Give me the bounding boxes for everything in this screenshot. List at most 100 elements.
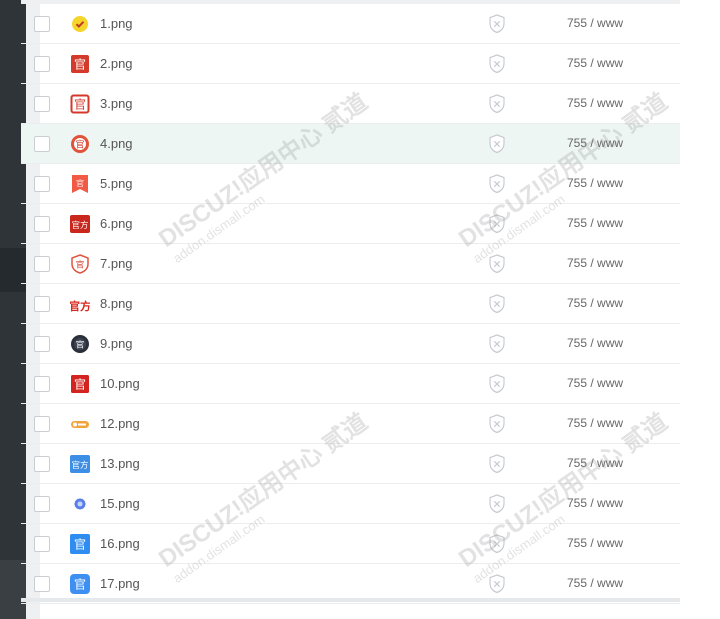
shield-x-icon: [488, 174, 506, 194]
file-permission: 755 / www: [567, 496, 624, 510]
shield-x-icon: [488, 94, 506, 114]
svg-text:官: 官: [75, 139, 84, 151]
file-table: 1.png 755 / www 官 2.png 755 / www 官 3.png 755 /…: [21, 0, 680, 604]
file-row[interactable]: 官 2.png 755 / www: [21, 44, 680, 84]
row-checkbox[interactable]: [34, 216, 50, 232]
dark-guan-round-badge-icon: 官: [70, 334, 90, 354]
row-checkbox[interactable]: [34, 416, 50, 432]
row-checkbox[interactable]: [34, 176, 50, 192]
svg-text:官: 官: [74, 537, 86, 552]
file-permission: 755 / www: [567, 376, 624, 390]
svg-text:官方: 官方: [71, 460, 88, 471]
svg-text:官方: 官方: [70, 299, 90, 313]
svg-text:官: 官: [74, 577, 86, 592]
row-checkbox[interactable]: [34, 56, 50, 72]
file-name[interactable]: 10.png: [100, 376, 140, 391]
file-row[interactable]: 官方 6.png 755 / www: [21, 204, 680, 244]
blue-guan-rounded-icon: 官: [70, 574, 90, 594]
file-name[interactable]: 7.png: [100, 256, 133, 271]
file-permission: 755 / www: [567, 96, 624, 110]
file-permission: 755 / www: [567, 256, 624, 270]
svg-text:官: 官: [76, 340, 85, 351]
file-permission: 755 / www: [567, 176, 624, 190]
row-checkbox[interactable]: [34, 496, 50, 512]
svg-text:官: 官: [74, 97, 86, 112]
table-bottom-edge: [21, 598, 680, 602]
shield-x-icon: [488, 374, 506, 394]
row-checkbox[interactable]: [34, 96, 50, 112]
red-guan-square-icon: 官: [70, 374, 90, 394]
red-guan-round-badge-icon: 官: [70, 134, 90, 154]
file-permission: 755 / www: [567, 456, 624, 470]
svg-text:官: 官: [74, 57, 86, 72]
file-permission: 755 / www: [567, 56, 624, 70]
file-name[interactable]: 2.png: [100, 56, 133, 71]
shield-x-icon: [488, 54, 506, 74]
file-permission: 755 / www: [567, 216, 624, 230]
row-checkbox[interactable]: [34, 376, 50, 392]
red-guan-outline-icon: 官: [70, 94, 90, 114]
file-row[interactable]: 官方 8.png 755 / www: [21, 284, 680, 324]
blue-guanfang-badge-icon: 官方: [70, 454, 90, 474]
file-row[interactable]: 15.png 755 / www: [21, 484, 680, 524]
file-row[interactable]: 官 10.png 755 / www: [21, 364, 680, 404]
yellow-check-badge-icon: [70, 14, 90, 34]
shield-x-icon: [488, 534, 506, 554]
file-permission: 755 / www: [567, 336, 624, 350]
svg-text:官: 官: [76, 178, 84, 188]
file-permission: 755 / www: [567, 16, 624, 30]
file-name[interactable]: 15.png: [100, 496, 140, 511]
file-name[interactable]: 17.png: [100, 576, 140, 591]
file-name[interactable]: 9.png: [100, 336, 133, 351]
file-row[interactable]: 官 16.png 755 / www: [21, 524, 680, 564]
shield-x-icon: [488, 214, 506, 234]
row-checkbox[interactable]: [34, 336, 50, 352]
red-guan-seal-icon: 官: [70, 54, 90, 74]
shield-x-icon: [488, 294, 506, 314]
file-name[interactable]: 8.png: [100, 296, 133, 311]
file-name[interactable]: 3.png: [100, 96, 133, 111]
shield-x-icon: [488, 454, 506, 474]
shield-x-icon: [488, 134, 506, 154]
file-name[interactable]: 5.png: [100, 176, 133, 191]
file-permission: 755 / www: [567, 296, 624, 310]
file-row[interactable]: 官 9.png 755 / www: [21, 324, 680, 364]
red-guanfang-badge-icon: 官方: [70, 214, 90, 234]
red-guan-shield-icon: 官: [70, 254, 90, 274]
file-row[interactable]: 官方 13.png 755 / www: [21, 444, 680, 484]
file-row[interactable]: 官 7.png 755 / www: [21, 244, 680, 284]
file-row[interactable]: 官 3.png 755 / www: [21, 84, 680, 124]
file-permission: 755 / www: [567, 576, 624, 590]
red-ribbon-badge-icon: 官: [70, 174, 90, 194]
file-permission: 755 / www: [567, 136, 624, 150]
file-row[interactable]: 1.png 755 / www: [21, 0, 680, 44]
row-checkbox[interactable]: [34, 576, 50, 592]
row-checkbox[interactable]: [34, 136, 50, 152]
shield-x-icon: [488, 334, 506, 354]
shield-x-icon: [488, 414, 506, 434]
file-row[interactable]: 12.png 755 / www: [21, 404, 680, 444]
file-name[interactable]: 4.png: [100, 136, 133, 151]
file-row[interactable]: 官 4.png 755 / www: [21, 124, 680, 164]
shield-x-icon: [488, 254, 506, 274]
file-row[interactable]: 官 5.png 755 / www: [21, 164, 680, 204]
svg-text:官: 官: [74, 377, 86, 392]
row-checkbox[interactable]: [34, 256, 50, 272]
file-name[interactable]: 12.png: [100, 416, 140, 431]
row-checkbox[interactable]: [34, 536, 50, 552]
blue-guan-square-icon: 官: [70, 534, 90, 554]
row-checkbox[interactable]: [34, 456, 50, 472]
file-permission: 755 / www: [567, 416, 624, 430]
row-checkbox[interactable]: [34, 296, 50, 312]
row-checkbox[interactable]: [34, 16, 50, 32]
svg-text:官: 官: [76, 260, 85, 271]
file-name[interactable]: 13.png: [100, 456, 140, 471]
file-name[interactable]: 6.png: [100, 216, 133, 231]
shield-x-icon: [488, 574, 506, 594]
file-name[interactable]: 16.png: [100, 536, 140, 551]
svg-text:官方: 官方: [71, 220, 88, 231]
red-guanfang-text-icon: 官方: [69, 294, 91, 314]
file-permission: 755 / www: [567, 536, 624, 550]
shield-x-icon: [488, 494, 506, 514]
file-name[interactable]: 1.png: [100, 16, 133, 31]
